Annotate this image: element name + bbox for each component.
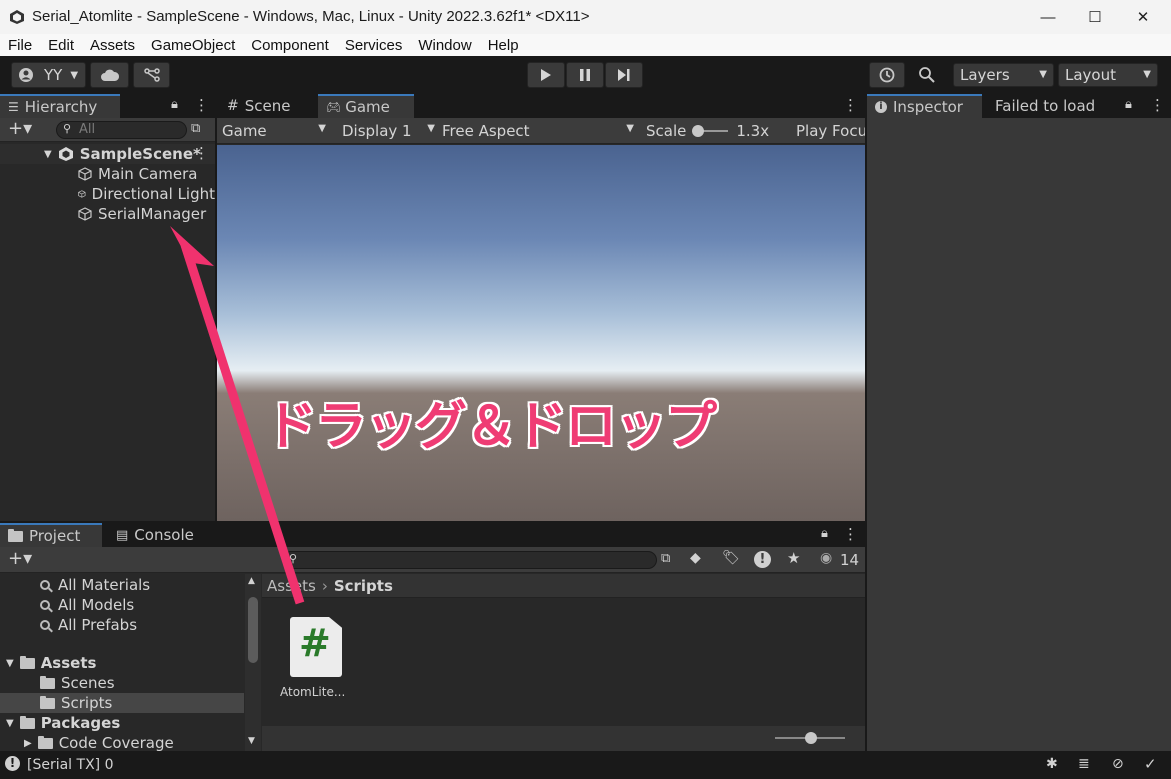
drag-drop-annotation: ドラッグ＆ドロップ (265, 397, 717, 457)
